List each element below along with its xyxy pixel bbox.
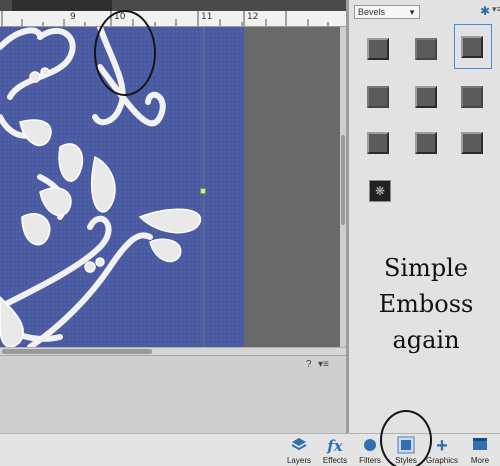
bevel-style-swatch[interactable]: [461, 132, 483, 154]
horizontal-scrollbar[interactable]: [0, 347, 346, 355]
bevel-style-swatch[interactable]: [415, 86, 437, 108]
caption-line: again: [392, 326, 460, 354]
panel-bin-area: ? ▾≡: [0, 355, 346, 433]
document-tab[interactable]: [12, 0, 112, 11]
bevel-style-swatch[interactable]: [415, 132, 437, 154]
annotation-circle: [380, 410, 432, 466]
caption-line: Emboss: [378, 290, 474, 318]
scroll-thumb[interactable]: [2, 349, 152, 354]
category-value: Bevels: [358, 7, 386, 17]
document-tab-strip: [0, 0, 346, 11]
more-icon: [464, 436, 496, 456]
layers-button[interactable]: Layers: [282, 434, 316, 466]
more-button[interactable]: More: [464, 434, 496, 466]
bevel-style-swatch[interactable]: [367, 86, 389, 108]
panel-menu-icon[interactable]: ▾≡: [492, 4, 500, 15]
scroll-thumb[interactable]: [341, 135, 345, 225]
editor-window: 9 10 11 12 ? ▾≡ Bevels ▼ ✱ ▾≡ ❋ Simple E…: [0, 0, 500, 466]
transform-handle[interactable]: [200, 188, 206, 194]
panel-menu-icon[interactable]: ▾≡: [318, 359, 329, 370]
layers-label: Layers: [286, 456, 311, 465]
canvas-area[interactable]: [0, 27, 346, 347]
horizontal-ruler: 9 10 11 12: [0, 0, 346, 27]
ruler-label: 11: [201, 12, 213, 22]
annotation-caption: Simple Emboss again: [349, 250, 500, 358]
styles-panel: Bevels ▼ ✱ ▾≡ ❋ Simple Emboss again: [346, 0, 500, 433]
custom-style-swatch[interactable]: ❋: [369, 180, 391, 202]
ruler-ticks: [1, 11, 329, 26]
more-label: More: [470, 456, 490, 465]
style-category-dropdown[interactable]: Bevels ▼: [354, 5, 420, 19]
annotation-circle: [94, 10, 156, 96]
graphics-label: Graphics: [426, 456, 459, 465]
ruler-label: 9: [70, 12, 76, 22]
bevel-style-swatch[interactable]: [367, 132, 389, 154]
bevel-style-swatch[interactable]: [367, 38, 389, 60]
help-icon[interactable]: ?: [306, 359, 312, 370]
effects-button[interactable]: fx Effects: [318, 434, 352, 466]
layers-icon: [282, 436, 316, 456]
fx-icon: fx: [327, 437, 343, 455]
ruler-label: 12: [247, 12, 259, 22]
bevel-style-swatch[interactable]: [461, 86, 483, 108]
guide-line[interactable]: [203, 27, 204, 347]
gear-icon[interactable]: ✱: [480, 4, 490, 18]
caption-line: Simple: [383, 254, 469, 282]
selection-frame: [454, 24, 492, 69]
filters-label: Filters: [359, 456, 381, 465]
bevel-style-swatch[interactable]: [415, 38, 437, 60]
effects-label: Effects: [322, 456, 348, 465]
chevron-down-icon: ▼: [408, 8, 416, 17]
